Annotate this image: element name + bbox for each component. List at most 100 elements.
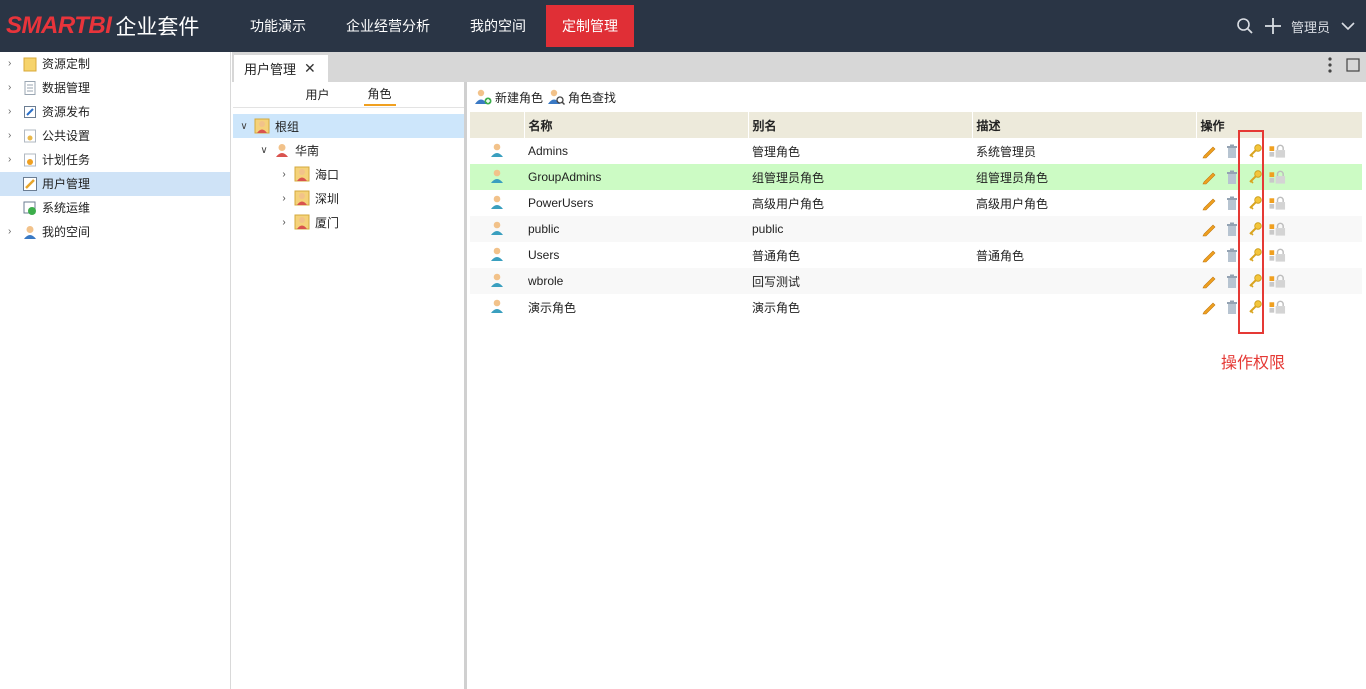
- table-row[interactable]: Users 普通角色 普通角色: [470, 242, 1362, 268]
- column-header-alias[interactable]: 别名: [748, 112, 973, 138]
- edit-icon[interactable]: [1200, 247, 1217, 264]
- subtabs: 用户 角色: [233, 82, 464, 108]
- tree-node-xiamen[interactable]: › 厦门: [233, 210, 464, 234]
- chevron-down-icon[interactable]: [1338, 16, 1358, 36]
- chevron-right-icon[interactable]: ›: [8, 76, 20, 100]
- find-role-label: 角色查找: [568, 90, 617, 105]
- tab-user-management[interactable]: 用户管理 ✕: [234, 55, 328, 82]
- sidebar-item-resource-publish[interactable]: › 资源发布: [0, 100, 230, 124]
- role-icon-cell: [470, 138, 524, 164]
- role-name-cell: GroupAdmins: [524, 164, 748, 190]
- sidebar-item-resource-custom[interactable]: › 资源定制: [0, 52, 230, 76]
- role-icon-cell: [470, 190, 524, 216]
- chevron-right-icon[interactable]: ›: [8, 148, 20, 172]
- role-alias-cell: public: [748, 216, 972, 242]
- edit-icon[interactable]: [1200, 169, 1217, 186]
- resource-permission-lock-icon[interactable]: [1269, 221, 1286, 238]
- sidebar-item-label: 用户管理: [42, 177, 91, 191]
- chevron-right-icon[interactable]: ›: [8, 100, 20, 124]
- sidebar-item-public-settings[interactable]: › 公共设置: [0, 124, 230, 148]
- nav-feature-demo[interactable]: 功能演示: [230, 0, 326, 52]
- sidebar-item-scheduled-tasks[interactable]: › 计划任务: [0, 148, 230, 172]
- role-alias-cell: 高级用户角色: [752, 196, 825, 211]
- edit-icon[interactable]: [1200, 273, 1217, 290]
- chevron-right-icon[interactable]: ›: [277, 217, 291, 228]
- role-icon: [489, 247, 505, 265]
- role-icon: [489, 195, 505, 213]
- sidebar-item-label: 系统运维: [42, 201, 91, 215]
- operations-cell: [1196, 164, 1362, 190]
- close-icon[interactable]: ✕: [304, 60, 316, 77]
- table-row[interactable]: GroupAdmins 组管理员角色 组管理员角色: [470, 164, 1362, 190]
- maximize-icon[interactable]: [1346, 58, 1360, 75]
- group-icon: [276, 144, 288, 157]
- resource-permission-lock-icon[interactable]: [1269, 299, 1286, 316]
- nav-business-analysis[interactable]: 企业经营分析: [326, 0, 450, 52]
- group-tree-panel: 用户 角色 ∨ 根组 ∨ 华南 › 海口 › 深圳 › 厦门: [233, 82, 467, 689]
- tree-node-label: 深圳: [315, 191, 340, 206]
- tree-node-root[interactable]: ∨ 根组: [233, 114, 464, 138]
- sidebar-item-user-management[interactable]: 用户管理: [0, 172, 230, 196]
- resource-permission-lock-icon[interactable]: [1269, 169, 1286, 186]
- resource-permission-lock-icon[interactable]: [1269, 143, 1286, 160]
- table-row[interactable]: public public: [470, 216, 1362, 242]
- add-icon[interactable]: [1263, 16, 1283, 36]
- edit-icon[interactable]: [1200, 299, 1217, 316]
- group-icon: [294, 190, 310, 206]
- role-alias-cell: 普通角色: [752, 248, 801, 263]
- tree-node-huanan[interactable]: ∨ 华南: [233, 138, 464, 162]
- resource-permission-lock-icon[interactable]: [1269, 247, 1286, 264]
- edit-icon[interactable]: [1200, 143, 1217, 160]
- chevron-right-icon[interactable]: ›: [277, 169, 291, 180]
- nav-custom-management[interactable]: 定制管理: [546, 5, 634, 47]
- sidebar-item-system-ops[interactable]: 系统运维: [0, 196, 230, 220]
- subtab-roles[interactable]: 角色: [363, 83, 396, 106]
- user-management-icon: [23, 177, 37, 191]
- tree-node-label: 华南: [295, 143, 320, 158]
- operations-cell: [1196, 138, 1362, 164]
- role-icon: [489, 273, 505, 291]
- search-icon[interactable]: [1235, 16, 1255, 36]
- chevron-right-icon[interactable]: ›: [8, 220, 20, 244]
- nav-my-space[interactable]: 我的空间: [450, 0, 546, 52]
- sidebar-item-label: 资源发布: [42, 105, 91, 119]
- tree-node-shenzhen[interactable]: › 深圳: [233, 186, 464, 210]
- role-icon-cell: [470, 294, 524, 320]
- subtab-users[interactable]: 用户: [301, 84, 333, 105]
- table-header-row: 名称 别名 描述 操作: [470, 112, 1363, 138]
- tree-node-haikou[interactable]: › 海口: [233, 162, 464, 186]
- logo-brand: SMARTBI: [6, 12, 112, 39]
- top-bar: SMARTBI 企业套件 功能演示 企业经营分析 我的空间 定制管理 管理员: [0, 0, 1366, 52]
- table-row[interactable]: Admins 管理角色 系统管理员: [470, 138, 1362, 164]
- resource-permission-lock-icon[interactable]: [1269, 195, 1286, 212]
- table-row[interactable]: wbrole 回写测试: [470, 268, 1362, 294]
- column-header-description[interactable]: 描述: [972, 112, 1197, 138]
- role-icon: [489, 169, 505, 187]
- edit-icon[interactable]: [1200, 221, 1217, 238]
- chevron-right-icon[interactable]: ›: [8, 52, 20, 76]
- logo: SMARTBI 企业套件: [6, 10, 199, 42]
- chevron-right-icon[interactable]: ›: [8, 124, 20, 148]
- sidebar-item-data-management[interactable]: › 数据管理: [0, 76, 230, 100]
- edit-icon[interactable]: [1200, 195, 1217, 212]
- sidebar-item-label: 我的空间: [42, 225, 91, 239]
- chevron-down-icon[interactable]: ∨: [257, 145, 271, 156]
- resource-permission-lock-icon[interactable]: [1269, 273, 1286, 290]
- find-role-button[interactable]: 角色查找: [547, 88, 616, 106]
- role-icon-cell: [470, 164, 524, 190]
- group-icon: [254, 118, 270, 134]
- table-row[interactable]: 演示角色 演示角色: [470, 294, 1362, 320]
- chevron-right-icon[interactable]: ›: [277, 193, 291, 204]
- tab-tools: [1328, 57, 1360, 76]
- sidebar-item-my-space[interactable]: › 我的空间: [0, 220, 230, 244]
- table-row[interactable]: PowerUsers 高级用户角色 高级用户角色: [470, 190, 1362, 216]
- chevron-down-icon[interactable]: ∨: [237, 121, 251, 132]
- operations-cell: [1196, 242, 1362, 268]
- more-icon[interactable]: [1328, 57, 1332, 76]
- column-header-icon: [470, 112, 525, 138]
- user-menu[interactable]: 管理员: [1291, 17, 1330, 36]
- new-role-button[interactable]: 新建角色: [474, 88, 543, 106]
- schedule-icon: [24, 153, 36, 167]
- column-header-name[interactable]: 名称: [524, 112, 749, 138]
- tree-node-label: 厦门: [315, 215, 340, 230]
